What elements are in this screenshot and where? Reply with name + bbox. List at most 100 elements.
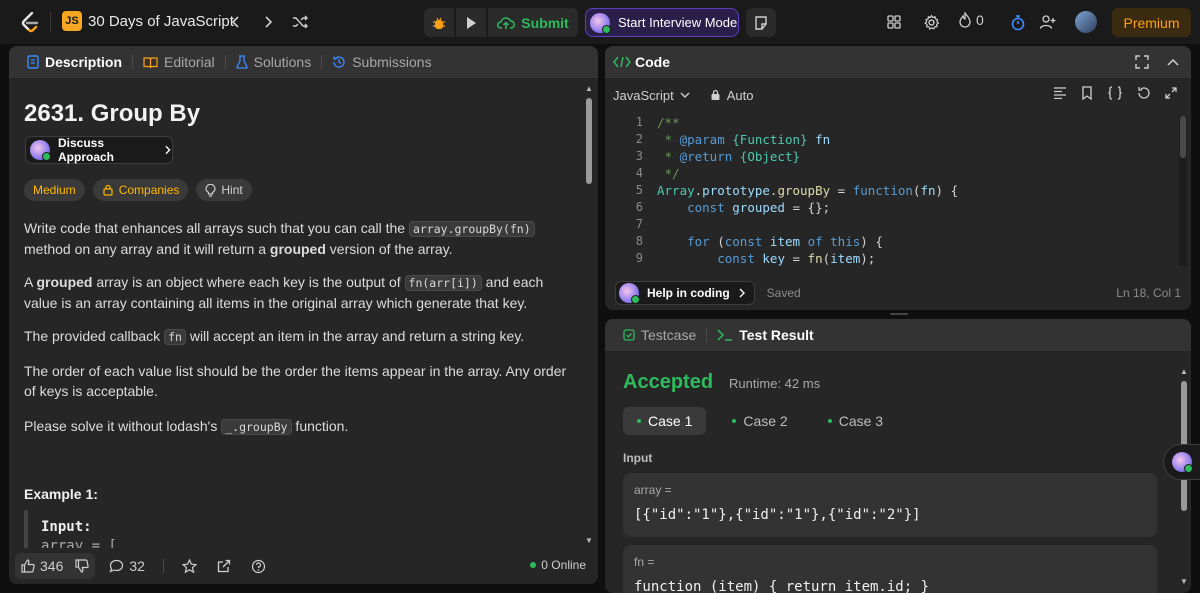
comment-count: 32 [129,558,145,574]
case-tab[interactable]: Case 1 [623,407,707,435]
runtime-label: Runtime: 42 ms [729,376,821,391]
field-name: array = [634,483,672,497]
test-tabs: Testcase Test Result [605,319,1191,351]
discuss-approach-button[interactable]: Discuss Approach [25,136,173,164]
scroll-up-icon[interactable]: ▲ [585,84,593,93]
scrollbar-thumb[interactable] [586,98,592,184]
line-number: 3 [635,149,643,163]
floating-assistant-button[interactable] [1163,444,1200,480]
ai-assistant-avatar-icon [590,12,611,34]
problem-list-title[interactable]: 30 Days of JavaScript [88,13,234,30]
scroll-up-icon[interactable]: ▲ [1180,367,1188,376]
companies-tag[interactable]: Companies [92,179,189,201]
notes-button[interactable] [746,8,776,37]
add-user-icon [1039,15,1056,29]
test-result-panel: Testcase Test Result Accepted Runtime: 4… [605,319,1191,593]
chevron-left-icon [231,16,239,28]
timer-button[interactable] [1008,12,1028,32]
settings-button[interactable] [921,12,941,32]
case-tabs: Case 1 Case 2 Case 3 [623,407,897,435]
line-number: 1 [635,115,643,129]
code-editor[interactable]: 1 2 3 4 5 6 7 8 9 /** * @param {Function} fn * @… [605,114,1175,274]
tab-editorial[interactable]: Editorial [137,46,221,78]
scrollbar-thumb[interactable] [1180,116,1186,158]
divider [132,55,134,69]
tab-submissions[interactable]: Submissions [326,46,437,78]
fullscreen-icon[interactable] [1135,55,1149,69]
lock-icon [103,184,113,196]
shuffle-icon [293,15,308,29]
field-value[interactable]: function (item) { return item.id; } [634,579,929,593]
user-avatar[interactable] [1075,11,1097,33]
format-lines-icon[interactable] [1053,87,1067,99]
autocomplete-toggle[interactable]: Auto [710,88,753,103]
cursor-position: Ln 18, Col 1 [1116,286,1181,300]
hint-tag[interactable]: Hint [196,179,252,201]
code-line: Array.prototype.groupBy = function(fn) { [657,183,959,198]
problem-bottom-bar: 346 32 0 Online [9,548,598,584]
editor-scrollbar[interactable] [1179,116,1187,266]
submit-button[interactable]: Submit [488,8,578,37]
curly-braces-icon[interactable] [1107,86,1123,100]
checkbox-icon [623,329,635,341]
collapse-icon[interactable] [1167,58,1179,66]
inline-code: _.groupBy [221,419,292,435]
js-badge-icon: JS [62,11,82,31]
expand-icon[interactable] [1165,87,1177,99]
description-paragraph: Please solve it without lodash's _.group… [24,416,572,437]
bold-text: grouped [36,274,93,290]
comments-button[interactable]: 32 [103,553,151,579]
reset-icon[interactable] [1137,86,1151,100]
divider [50,12,51,32]
run-button[interactable] [456,8,486,37]
scroll-down-icon[interactable]: ▼ [1180,577,1188,586]
prev-problem-button[interactable] [226,12,246,32]
history-icon [333,56,345,68]
language-select[interactable]: JavaScript [613,88,690,103]
dislike-button[interactable] [69,553,96,579]
text-span: will accept an item in the array and ret… [185,328,525,344]
flask-icon [235,55,248,69]
favorite-button[interactable] [176,553,203,579]
share-button[interactable] [211,553,237,579]
description-scrollbar[interactable]: ▲ ▼ [585,84,593,545]
description-paragraph: The order of each value list should be t… [24,363,567,399]
companies-label: Companies [118,183,180,197]
stopwatch-icon [1011,14,1025,30]
inline-code: fn [164,329,186,345]
thumbs-up-icon [21,559,35,573]
tab-description[interactable]: Description [21,46,128,78]
tab-testcase[interactable]: Testcase [617,319,702,351]
problem-title: 2631. Group By [24,100,201,127]
premium-button[interactable]: Premium [1112,8,1191,37]
invite-user-button[interactable] [1038,12,1058,32]
line-number: 9 [635,251,643,265]
tab-solutions[interactable]: Solutions [230,46,318,78]
layout-button[interactable] [884,12,904,32]
divider [706,328,708,342]
random-problem-button[interactable] [290,12,310,32]
help-button[interactable] [245,553,272,579]
bold-text: grouped [269,241,326,257]
tab-test-result[interactable]: Test Result [711,319,819,351]
note-icon [755,15,767,30]
streak-counter[interactable]: 0 [958,12,984,28]
tab-label: Description [45,54,123,70]
chevron-right-icon [739,288,745,298]
start-interview-mode-button[interactable]: Start Interview Mode [585,8,739,37]
interview-label: Start Interview Mode [618,15,738,30]
case-tab[interactable]: Case 2 [718,407,801,435]
star-icon [181,558,197,573]
example-bar [24,510,28,548]
like-button[interactable]: 346 [15,553,70,579]
case-tab[interactable]: Case 3 [814,407,897,435]
debug-button[interactable] [424,8,454,37]
bookmark-icon[interactable] [1081,86,1093,100]
leetcode-logo-icon[interactable] [18,10,42,34]
field-value[interactable]: [{"id":"1"},{"id":"1"},{"id":"2"}] [634,507,921,523]
help-in-coding-button[interactable]: Help in coding [615,281,755,305]
next-problem-button[interactable] [258,12,278,32]
scroll-down-icon[interactable]: ▼ [585,536,593,545]
code-lines[interactable]: /** * @param {Function} fn * @return {Ob… [657,114,958,267]
panel-resize-handle[interactable] [890,313,908,315]
